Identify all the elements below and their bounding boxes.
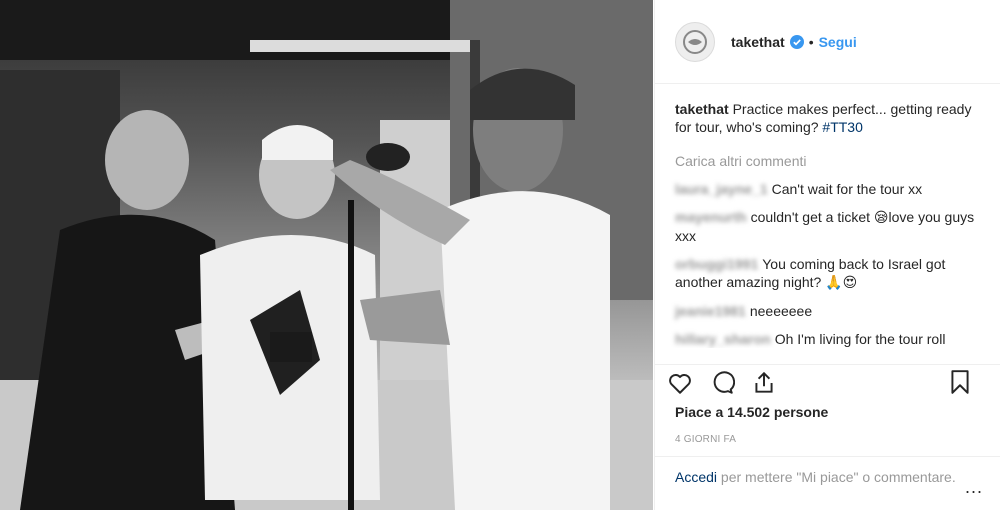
caption-hashtag[interactable]: #TT30 xyxy=(822,119,862,135)
action-bar xyxy=(655,364,1000,400)
comment-text: Oh I'm living for the tour roll xyxy=(774,331,946,347)
comment-item: laura_jayne_1 Can't wait for the tour xx xyxy=(675,180,980,198)
post-header: takethat • Segui xyxy=(655,0,1000,84)
comment-item: jeanie1981 neeeeeee xyxy=(675,302,980,320)
comment-icon[interactable] xyxy=(709,370,735,396)
post-side-panel: takethat • Segui takethat Practice makes… xyxy=(654,0,1000,510)
login-prompt: Accedi per mettere "Mi piace" o commenta… xyxy=(655,456,1000,497)
post-photo[interactable] xyxy=(0,0,653,510)
follow-button[interactable]: Segui xyxy=(819,34,857,50)
more-options-icon[interactable]: ... xyxy=(965,477,983,497)
bookmark-icon[interactable] xyxy=(947,369,973,395)
comment-item: mayenurth couldn't get a ticket 😪love you… xyxy=(675,208,980,245)
comment-text: Can't wait for the tour xx xyxy=(771,181,923,197)
comment-username[interactable]: orbuggi1991 xyxy=(675,256,758,272)
avatar[interactable] xyxy=(675,21,715,62)
takethat-logo-icon xyxy=(683,29,707,54)
comment-username[interactable]: laura_jayne_1 xyxy=(675,181,768,197)
likes-count[interactable]: Piace a 14.502 persone xyxy=(675,404,828,420)
comments-list: takethat Practice makes perfect... getti… xyxy=(655,84,1000,348)
post-timestamp[interactable]: 4 GIORNI FA xyxy=(675,434,736,445)
comment-username[interactable]: hillary_sharon xyxy=(675,331,771,347)
login-prompt-text: per mettere "Mi piace" o commentare. xyxy=(720,469,956,485)
share-icon[interactable] xyxy=(751,370,777,396)
rehearsal-photo xyxy=(0,0,653,510)
post-caption: takethat Practice makes perfect... getti… xyxy=(675,100,980,136)
comment-text: neeeeeee xyxy=(749,303,813,319)
heart-icon[interactable] xyxy=(667,370,693,396)
separator-dot: • xyxy=(808,33,814,50)
verified-badge-icon xyxy=(789,34,804,49)
caption-username[interactable]: takethat xyxy=(675,101,729,117)
comment-username[interactable]: jeanie1981 xyxy=(675,303,746,319)
comment-item: orbuggi1991 You coming back to Israel got… xyxy=(675,255,980,292)
comment-text: couldn't get a ticket xyxy=(750,209,870,225)
comment-emoji: 😪 xyxy=(873,210,889,226)
comment-emoji: 🙏😍 xyxy=(825,275,858,291)
login-link[interactable]: Accedi xyxy=(675,469,717,485)
load-more-comments-button[interactable]: Carica altri commenti xyxy=(675,152,980,170)
comment-username[interactable]: mayenurth xyxy=(675,209,747,225)
comment-item: hillary_sharon Oh I'm living for the tour… xyxy=(675,330,980,348)
post-username[interactable]: takethat xyxy=(731,34,785,50)
